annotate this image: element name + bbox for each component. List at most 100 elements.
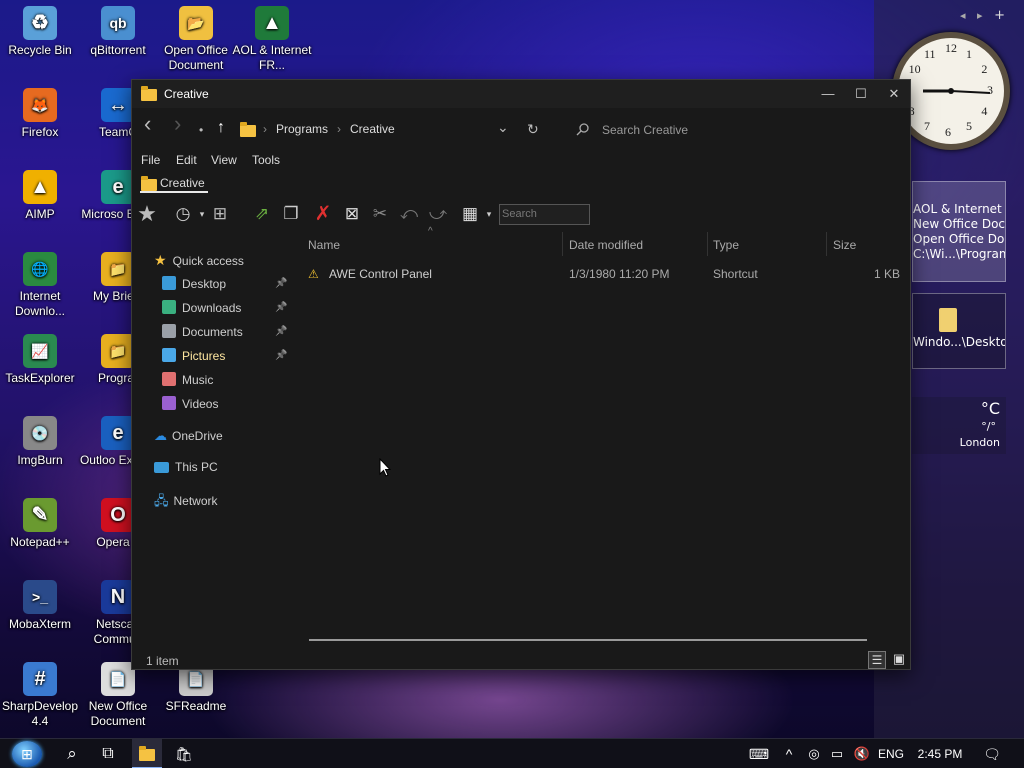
notifications-icon[interactable]: 🗨 [980,739,1004,768]
delete-permanent-icon[interactable]: ⊠ [341,203,363,225]
desktop-icon[interactable]: ♻ Recycle Bin [0,6,80,58]
pin-icon[interactable]: 📌 [275,302,287,313]
sidebar-item-documents[interactable]: Documents [162,324,243,344]
pin-icon[interactable]: 📌 [275,278,287,289]
recent-item[interactable]: C:\Wi...\Programs [913,247,1005,262]
recent-item[interactable]: Open Office Do... [913,232,1005,247]
windows-flag-icon[interactable]: ⊞ [209,203,231,225]
cut-icon[interactable]: ✂ [369,203,391,225]
mouse-cursor-icon [379,458,391,477]
gadget-prev-button[interactable]: ◂ [960,9,966,22]
sidebar-item-downloads[interactable]: Downloads [162,300,241,320]
desktop-icon[interactable]: 📂 Open Office Document [156,6,236,73]
menu-file[interactable]: File [141,153,160,167]
view-dropdown-icon[interactable]: ▾ [478,203,500,225]
column-date-modified[interactable]: Date modified [569,238,643,252]
desktop-icon[interactable]: 📈 TaskExplorer [0,334,80,386]
details-view-button[interactable]: ☰ [868,651,886,669]
recent-locations-button[interactable]: • [199,122,203,138]
close-button[interactable]: ✕ [880,84,908,104]
search-box[interactable]: Search Creative [572,118,902,140]
clock-number: 6 [945,125,951,139]
delete-icon[interactable]: ✗ [312,203,334,225]
desktop-icon[interactable]: ▲ AOL & Internet FR... [232,6,312,73]
shortcut-gadget[interactable]: Windo...\Desktop [912,293,1006,369]
clock-time[interactable]: 2:45 PM [912,739,968,768]
column-size[interactable]: Size [833,238,856,252]
task-view-icon[interactable]: ⧉ [94,739,122,768]
volume-muted-icon[interactable]: 🔇 [850,739,874,768]
start-button[interactable]: ⊞ [8,739,46,768]
recent-item[interactable]: New Office Doc... [913,217,1005,232]
maximize-button[interactable]: ☐ [847,84,875,104]
weather-gadget[interactable]: °C °/° London [912,397,1006,454]
refresh-button[interactable]: ↻ [527,121,539,137]
explorer-window[interactable]: Creative — ☐ ✕ ‹ › • ↑ › Programs › Crea… [131,79,911,670]
keyboard-icon[interactable]: ⌨ [746,739,772,768]
move-to-icon[interactable]: ❐ [280,203,302,225]
title-bar[interactable]: Creative — ☐ ✕ [132,80,910,108]
minimize-button[interactable]: — [814,84,842,104]
network-status-icon[interactable]: ▭ [826,739,848,768]
sidebar-item-videos[interactable]: Videos [162,396,218,416]
column-separator[interactable] [826,232,827,256]
recent-item[interactable]: AOL & Internet ... [913,202,1005,217]
menu-tools[interactable]: Tools [252,153,280,167]
sidebar-item-music[interactable]: Music [162,372,213,392]
menu-edit[interactable]: Edit [176,153,197,167]
address-dropdown-button[interactable]: ⌄ [497,119,509,135]
up-button[interactable]: ↑ [217,120,225,136]
column-separator[interactable] [707,232,708,256]
menu-view[interactable]: View [211,153,237,167]
redo-icon[interactable]: ⤻ [427,203,449,225]
toolbar-search-input[interactable]: Search [499,204,590,225]
desktop-icon[interactable]: ✎ Notepad++ [0,498,80,550]
desktop-icon[interactable]: 💿 ImgBurn [0,416,80,468]
search-input[interactable]: Search Creative [602,123,688,137]
app-icon: # [23,662,57,696]
horizontal-scrollbar[interactable] [309,639,867,641]
app-icon: O [101,498,135,532]
quick-access[interactable]: ★ Quick access [154,252,244,272]
large-icons-view-button[interactable]: ▣ [890,651,908,669]
forward-button[interactable]: › [174,113,181,135]
desktop-icon[interactable]: qb qBittorrent [78,6,158,58]
nav-this-pc[interactable]: This PC [154,460,218,480]
sidebar-item-pictures[interactable]: Pictures [162,348,225,368]
gadget-next-button[interactable]: ▸ [977,9,983,22]
sidebar-item-desktop[interactable]: Desktop [162,276,226,296]
desktop-icon[interactable]: ▲ AIMP [0,170,80,222]
undo-icon[interactable]: ⤺ [398,203,420,225]
desktop-icon[interactable]: # SharpDevelop 4.4 [0,662,80,729]
breadcrumb-creative[interactable]: Creative [350,122,395,136]
nav-onedrive[interactable]: ☁ OneDrive [154,428,223,448]
pin-icon[interactable]: 📌 [275,350,287,361]
nav-network[interactable]: 🖧 Network [154,492,218,512]
address-bar: ‹ › • ↑ › Programs › Creative ⌄ ↻ Search… [132,113,910,144]
store-bag-icon[interactable]: 🛍 [170,739,198,768]
chevron-up-icon[interactable]: ^ [778,739,800,768]
desktop-icon[interactable]: 📄 New Office Document [78,662,158,729]
sidebar-item-label: Desktop [182,277,227,291]
app-icon: N [101,580,135,614]
desktop-icon[interactable]: 🌐 Internet Downlo... [0,252,80,319]
breadcrumb-programs[interactable]: Programs [276,122,328,136]
tab-creative[interactable]: Creative [160,176,205,190]
pin-icon[interactable]: 📌 [275,326,287,337]
column-separator[interactable] [562,232,563,256]
camera-icon[interactable]: ◎ [803,739,825,768]
gadget-add-button[interactable]: + [994,8,1005,23]
search-icon[interactable]: ⌕ [58,739,86,768]
language-indicator[interactable]: ENG [876,739,906,768]
recent-items-gadget[interactable]: AOL & Internet ...New Office Doc...Open … [912,181,1006,282]
back-button[interactable]: ‹ [144,113,151,135]
taskbar-file-explorer[interactable] [132,739,162,768]
column-type[interactable]: Type [713,238,739,252]
desktop-icon[interactable]: >_ MobaXterm [0,580,80,632]
column-name[interactable]: Name [308,238,340,252]
network-label: Network [173,494,218,508]
desktop-icon[interactable]: 🦊 Firefox [0,88,80,140]
favorites-star-icon[interactable]: ★ [136,203,158,225]
desktop-icon-label: qBittorrent [90,43,146,57]
copy-to-icon[interactable]: ⇗ [251,203,273,225]
